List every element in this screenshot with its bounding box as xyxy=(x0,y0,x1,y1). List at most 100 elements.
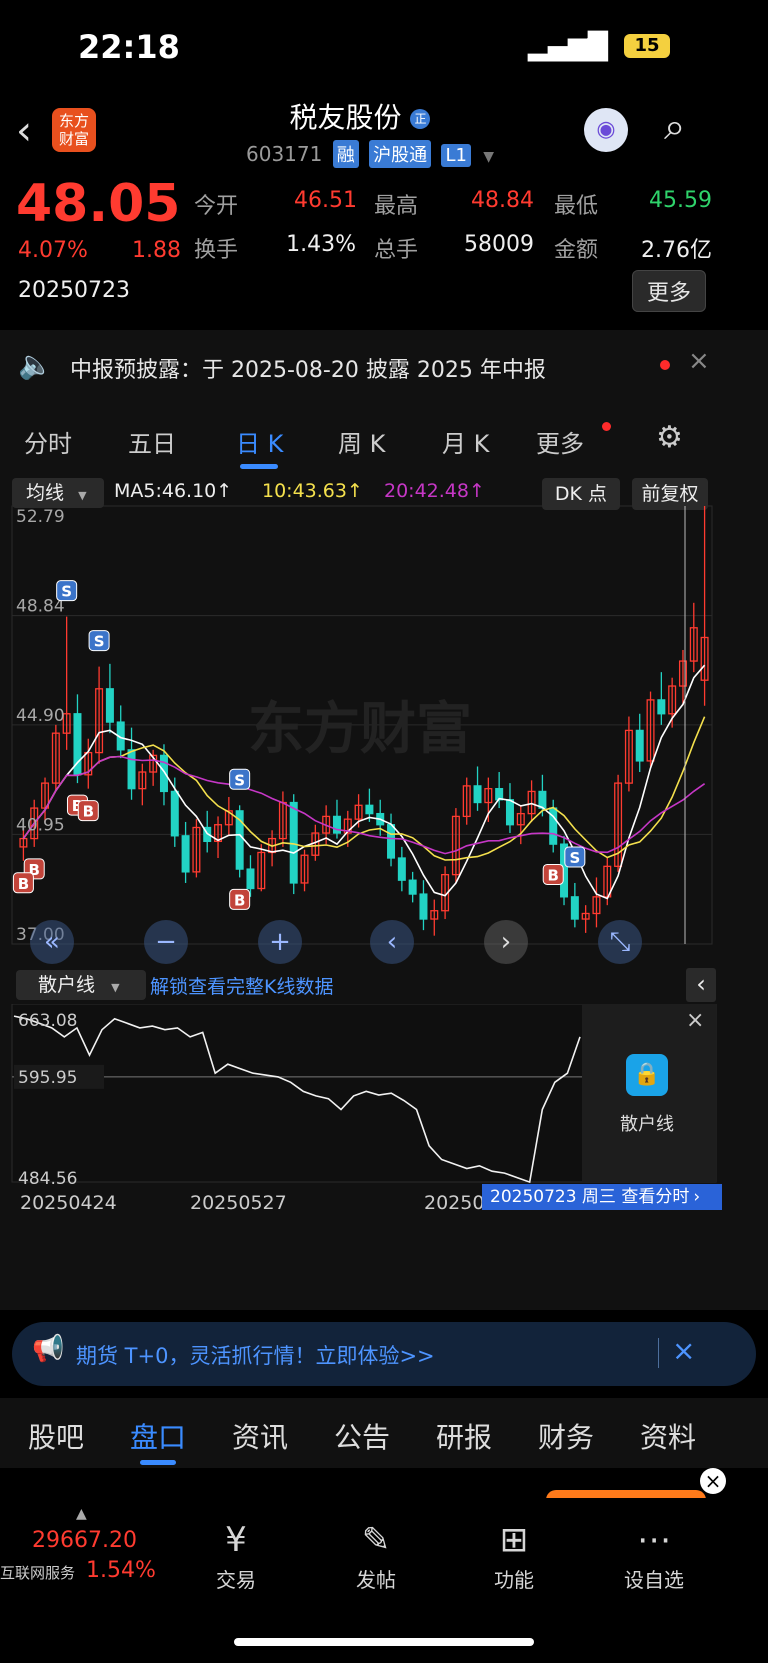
chevron-down-icon: ▼ xyxy=(111,981,120,994)
chevron-down-icon: ▼ xyxy=(483,149,495,165)
candle-body xyxy=(538,790,547,809)
app-logo: 东方 财富 xyxy=(52,108,96,152)
signal-label: S xyxy=(234,771,245,789)
dock-functions[interactable]: ⊞ 功能 xyxy=(454,1520,574,1593)
candle-body xyxy=(635,729,644,762)
cursor-date-text: 20250723 周三 查看分时 xyxy=(490,1187,690,1207)
cursor-date-label[interactable]: 20250723 周三 查看分时 › xyxy=(482,1184,722,1210)
close-icon[interactable]: × xyxy=(700,1468,726,1494)
label-volume: 总手 xyxy=(374,238,419,263)
wifi-icon: ⌔ xyxy=(582,28,609,61)
scroll-right-button[interactable]: › xyxy=(484,920,528,964)
candle-body xyxy=(419,893,428,920)
battery-level: 15 xyxy=(634,35,660,56)
more-dot xyxy=(602,422,611,431)
watermark: 东方财富 xyxy=(248,697,472,762)
tab-intraday[interactable]: 分时 xyxy=(24,424,72,459)
value-open: 46.51 xyxy=(294,188,357,213)
zoom-out-button[interactable]: − xyxy=(144,920,188,964)
tab-news[interactable]: 资讯 xyxy=(232,1416,288,1456)
unlock-link[interactable]: 解锁查看完整K线数据 xyxy=(150,972,333,999)
stock-code-row[interactable]: 603171 融 沪股通 L1 ▼ xyxy=(246,140,494,168)
index-value[interactable]: 29667.20 xyxy=(32,1528,137,1553)
close-icon[interactable]: × xyxy=(672,1334,695,1367)
label-low: 最低 xyxy=(554,194,599,219)
notice-text: 中报预披露：于 2025-08-20 披露 2025 年中报 xyxy=(70,358,546,383)
notice-bar[interactable]: 🔈 中报预披露：于 2025-08-20 披露 2025 年中报 × xyxy=(0,330,768,410)
scroll-left-button[interactable]: ‹ xyxy=(370,920,414,964)
yen-icon: ¥ xyxy=(225,1520,247,1560)
quote-date: 20250723 xyxy=(18,278,130,303)
value-turnover: 1.43% xyxy=(286,232,356,257)
y-tick-label: 44.90 xyxy=(16,706,65,726)
tab-finance[interactable]: 财务 xyxy=(538,1416,594,1456)
chevron-right-icon: › xyxy=(693,1187,701,1207)
tab-announcements[interactable]: 公告 xyxy=(334,1416,390,1456)
label-high: 最高 xyxy=(374,194,419,219)
collapse-left-icon[interactable]: ‹ xyxy=(686,968,716,1002)
active-tab-indicator xyxy=(140,1460,176,1465)
tab-more[interactable]: 更多 xyxy=(536,424,584,459)
lock-icon: 🔒 xyxy=(626,1054,668,1096)
dock-watchlist[interactable]: ⋯ 设自选 xyxy=(594,1520,714,1593)
sub-indicator-select[interactable]: 散户线 ▼ xyxy=(16,970,146,1000)
dock-trade-label: 交易 xyxy=(216,1568,256,1592)
kline-tabs: 分时 五日 日 K 周 K 月 K 更多 ⚙ xyxy=(0,410,768,478)
signal-label: B xyxy=(548,866,559,884)
stock-name: 税友股份 xyxy=(289,101,402,134)
sub-y-tick: 484.56 xyxy=(18,1169,77,1184)
tab-pankou[interactable]: 盘口 xyxy=(130,1416,186,1456)
zoom-in-button[interactable]: + xyxy=(258,920,302,964)
tab-guba[interactable]: 股吧 xyxy=(28,1416,84,1456)
stock-name-row[interactable]: 税友股份 正 xyxy=(260,96,460,136)
label-open: 今开 xyxy=(194,194,239,219)
more-quote-button[interactable]: 更多 xyxy=(632,270,707,312)
dock-trade[interactable]: ¥ 交易 xyxy=(176,1520,296,1593)
candle-body xyxy=(408,879,417,895)
expand-icon[interactable]: ⤡ xyxy=(598,920,642,964)
signal-label: B xyxy=(234,891,245,909)
candle-body xyxy=(105,688,114,723)
robot-assistant-icon[interactable]: ◉ xyxy=(584,108,628,152)
candle-body xyxy=(246,868,255,890)
kline-chart[interactable]: 东方财富52.7948.8444.9040.9537.00BBSBSBSBBS xyxy=(0,498,768,964)
dock-post[interactable]: ✎ 发帖 xyxy=(316,1520,436,1593)
tab-research[interactable]: 研报 xyxy=(436,1416,492,1456)
candle-body xyxy=(387,824,396,859)
edit-icon: ✎ xyxy=(361,1520,391,1560)
candle-body xyxy=(473,785,482,804)
lock-overlay[interactable]: 🔒 散户线 × xyxy=(582,1004,716,1182)
double-left-icon[interactable]: « xyxy=(30,920,74,964)
promo-banner[interactable]: 📢 期货 T+0，灵活抓行情！立即体验>> × xyxy=(12,1322,756,1386)
gear-icon[interactable]: ⚙ xyxy=(656,420,683,455)
label-amount: 金额 xyxy=(554,238,599,263)
dock-functions-label: 功能 xyxy=(494,1568,534,1592)
signal-label: S xyxy=(569,849,580,867)
tab-daily-k[interactable]: 日 K xyxy=(236,424,283,459)
close-icon[interactable]: × xyxy=(688,346,710,376)
tab-five-day[interactable]: 五日 xyxy=(128,424,176,459)
index-name: 互联网服务 xyxy=(0,1564,76,1582)
ma20-line xyxy=(22,755,706,855)
tab-weekly-k[interactable]: 周 K xyxy=(338,424,385,459)
active-tab-indicator xyxy=(240,464,278,469)
tab-monthly-k[interactable]: 月 K xyxy=(442,424,489,459)
x-label-0: 20250424 xyxy=(20,1192,117,1214)
signal-label: S xyxy=(94,633,105,651)
candle-body xyxy=(397,857,406,881)
last-price: 48.05 xyxy=(16,174,181,234)
signal-label: S xyxy=(61,583,72,601)
status-time: 22:18 xyxy=(78,28,180,66)
value-high: 48.84 xyxy=(471,188,534,213)
change-percent: 4.07% xyxy=(18,238,88,263)
search-icon[interactable]: ⌕ xyxy=(664,104,685,149)
close-icon[interactable]: × xyxy=(686,1008,704,1033)
bottom-dock: ▲ 29667.20 互联网服务 1.54% ¥ 交易 ✎ 发帖 ⊞ 功能 ⋯ 设自选 xyxy=(0,1498,768,1663)
tab-profile[interactable]: 资料 xyxy=(640,1416,696,1456)
x-label-1: 20250527 xyxy=(190,1192,287,1214)
change-value: 1.88 xyxy=(132,238,181,263)
battery-icon: 15 xyxy=(624,34,670,58)
candle-body xyxy=(570,896,579,920)
back-icon[interactable]: ‹ xyxy=(16,108,32,154)
candle-body xyxy=(289,801,298,884)
